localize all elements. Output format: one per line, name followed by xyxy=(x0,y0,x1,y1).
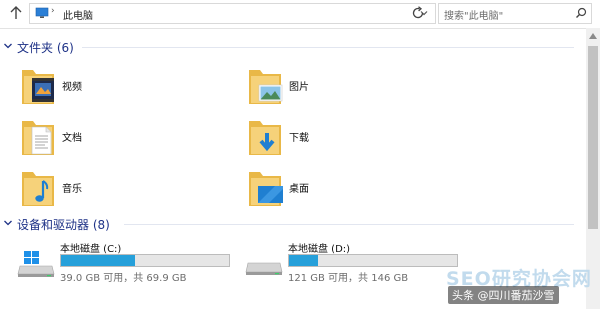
up-arrow-icon[interactable] xyxy=(8,5,24,21)
address-bar: › 此电脑 搜索"此电脑" xyxy=(0,0,600,29)
folder-label: 桌面 xyxy=(289,184,309,195)
chevron-down-icon[interactable] xyxy=(3,41,13,51)
group-divider xyxy=(124,224,574,225)
drive-usage-fill xyxy=(61,255,135,266)
this-pc-icon xyxy=(35,7,49,18)
drive-name: 本地磁盘 (C:) xyxy=(60,244,122,255)
drive-item-c[interactable]: 本地磁盘 (C:) 39.0 GB 可用，共 69.9 GB xyxy=(17,240,237,286)
pictures-folder-icon xyxy=(249,70,283,104)
folder-label: 视频 xyxy=(62,82,82,93)
folder-item-desktop[interactable]: 桌面 xyxy=(247,166,467,214)
group-header-devices[interactable]: 设备和驱动器 (8) xyxy=(0,215,586,233)
drive-name: 本地磁盘 (D:) xyxy=(288,244,351,255)
folder-item-videos[interactable]: 视频 xyxy=(20,64,240,112)
folder-item-documents[interactable]: 文档 xyxy=(20,115,240,163)
desktop-folder-icon xyxy=(249,172,283,206)
drive-usage-bar xyxy=(60,254,230,267)
search-icon[interactable] xyxy=(575,7,587,19)
music-folder-icon xyxy=(22,172,54,206)
videos-folder-icon xyxy=(22,70,54,104)
folder-item-music[interactable]: 音乐 xyxy=(20,166,240,214)
drive-size-text: 121 GB 可用，共 146 GB xyxy=(288,273,409,284)
address-field[interactable]: › 此电脑 xyxy=(29,3,436,24)
folder-item-downloads[interactable]: 下载 xyxy=(247,115,467,163)
folder-item-pictures[interactable]: 图片 xyxy=(247,64,467,112)
search-placeholder: 搜索"此电脑" xyxy=(444,11,504,22)
drive-icon xyxy=(245,262,283,275)
chevron-down-icon[interactable] xyxy=(3,218,13,228)
drive-usage-bar xyxy=(288,254,458,267)
group-title: 设备和驱动器 (8) xyxy=(17,218,110,232)
windows-drive-icon xyxy=(17,251,55,277)
drive-usage-fill xyxy=(289,255,318,266)
group-divider xyxy=(82,47,574,48)
search-input[interactable]: 搜索"此电脑" xyxy=(438,3,592,24)
folder-label: 音乐 xyxy=(62,184,82,195)
group-title: 文件夹 (6) xyxy=(17,41,74,55)
watermark-tag: 头条 @四川番茄沙雪 xyxy=(448,286,559,304)
drive-item-d[interactable]: 本地磁盘 (D:) 121 GB 可用，共 146 GB xyxy=(245,240,465,286)
folder-label: 下载 xyxy=(289,133,309,144)
scroll-thumb[interactable] xyxy=(588,46,598,229)
scroll-up-arrow-icon[interactable] xyxy=(589,33,597,39)
breadcrumb-chevron-icon[interactable]: › xyxy=(51,6,55,16)
documents-folder-icon xyxy=(22,121,54,155)
breadcrumb-this-pc[interactable]: 此电脑 xyxy=(63,7,93,22)
folder-label: 文档 xyxy=(62,133,82,144)
drive-size-text: 39.0 GB 可用，共 69.9 GB xyxy=(60,273,187,284)
refresh-icon[interactable] xyxy=(410,5,426,21)
downloads-folder-icon xyxy=(249,121,281,155)
folder-label: 图片 xyxy=(289,82,309,93)
group-header-folders[interactable]: 文件夹 (6) xyxy=(0,38,586,56)
